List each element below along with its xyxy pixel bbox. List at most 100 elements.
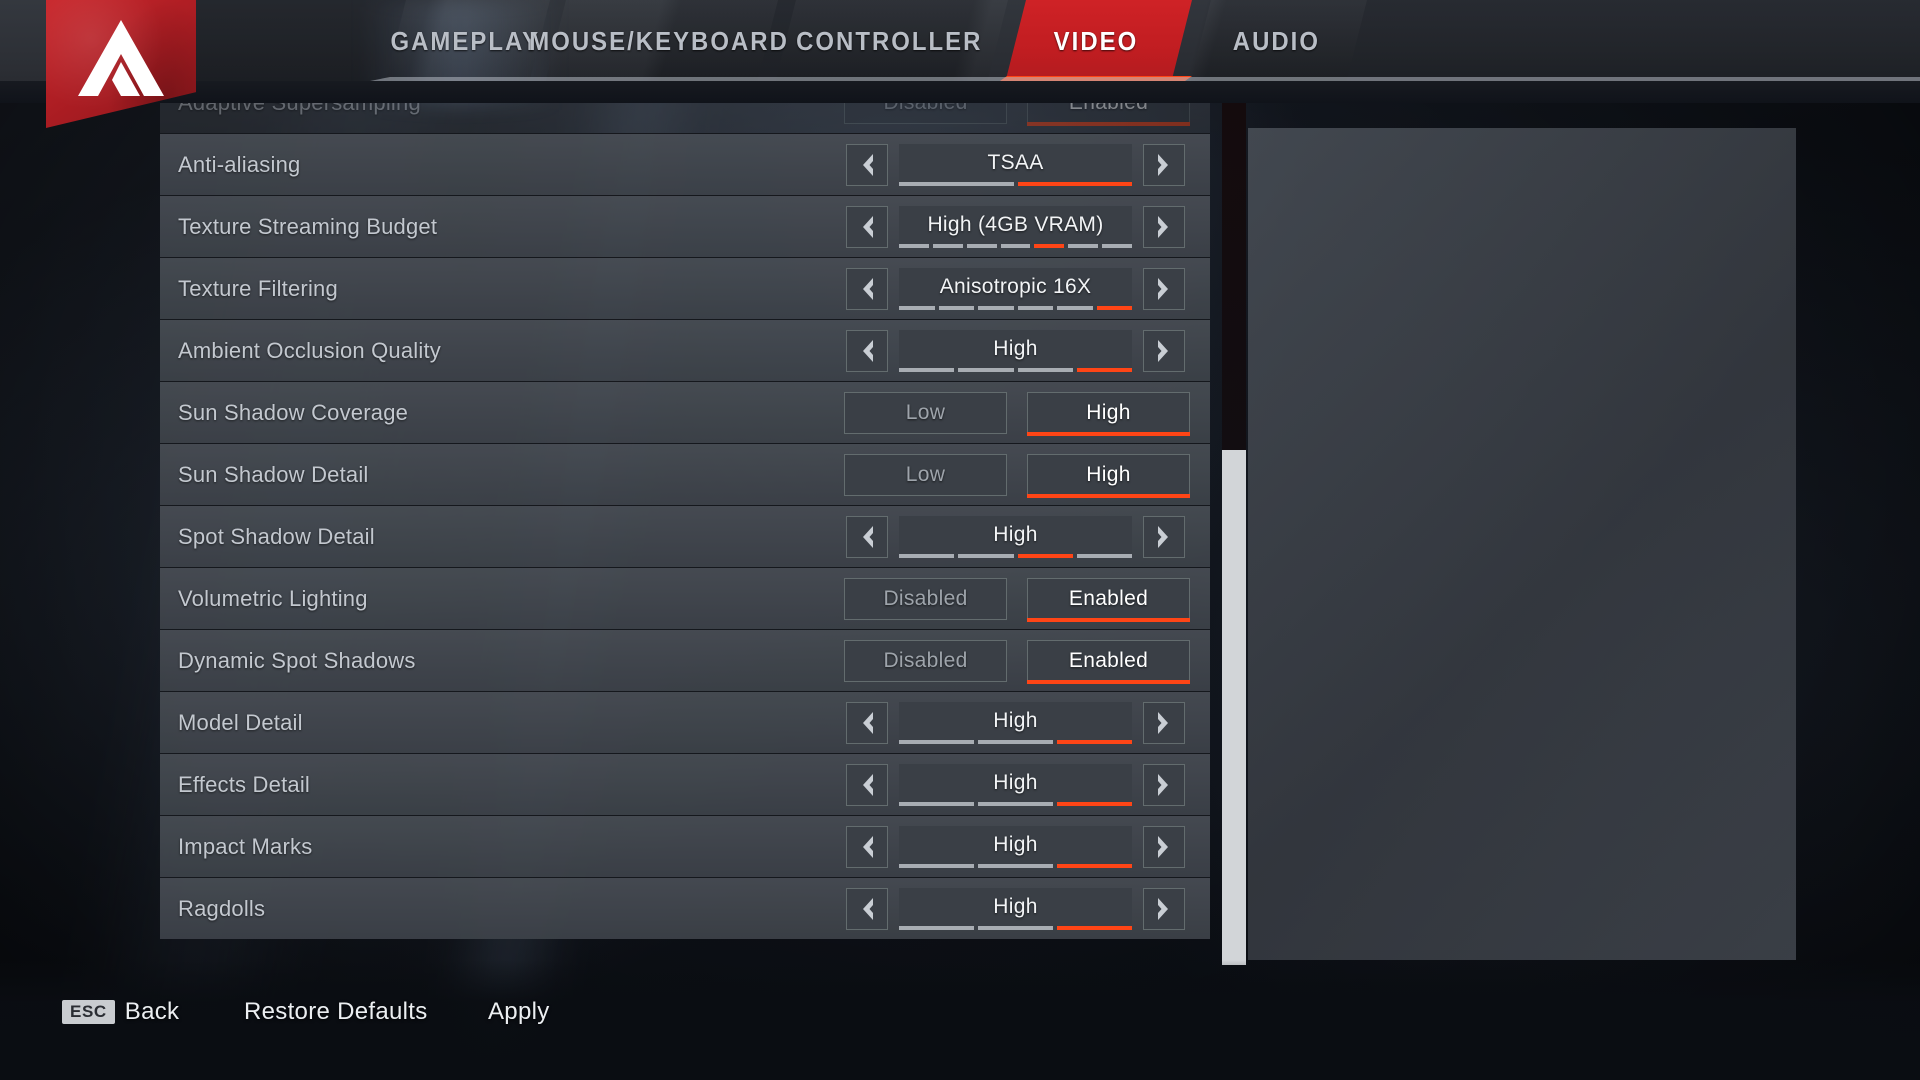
- setting-row: Model Detail High: [160, 691, 1210, 753]
- setting-toggle-group: Low High: [844, 391, 1190, 436]
- level-segment: [958, 367, 1014, 372]
- setting-label: Sun Shadow Detail: [178, 461, 369, 487]
- level-segment: [899, 925, 974, 930]
- setting-stepper: High: [846, 701, 1185, 744]
- setting-label: Anti-aliasing: [178, 151, 301, 177]
- tab-label: CONTROLLER: [795, 26, 983, 56]
- esc-key-badge: ESC: [62, 1000, 115, 1024]
- toggle-option-button[interactable]: Disabled: [844, 577, 1007, 620]
- chevron-left-icon[interactable]: [846, 701, 888, 744]
- toggle-option-label: Low: [905, 462, 946, 486]
- toggle-option-label: Enabled: [1069, 103, 1148, 115]
- apply-button[interactable]: Apply: [488, 998, 550, 1026]
- toggle-option-button[interactable]: Low: [844, 453, 1007, 496]
- restore-defaults-button[interactable]: Restore Defaults: [244, 998, 428, 1026]
- setting-row: Sun Shadow Coverage Low High: [160, 381, 1210, 443]
- setting-value-text: High: [993, 894, 1038, 918]
- chevron-right-icon[interactable]: [1143, 329, 1185, 372]
- setting-value-box[interactable]: High: [899, 825, 1132, 868]
- chevron-left-icon[interactable]: [846, 143, 888, 186]
- chevron-right-icon[interactable]: [1143, 143, 1185, 186]
- setting-value-text: High: [993, 832, 1038, 856]
- header-under-lip: [0, 81, 1920, 103]
- toggle-option-button[interactable]: Enabled: [1027, 577, 1190, 622]
- setting-stepper: High: [846, 887, 1185, 930]
- setting-value-text: High: [993, 522, 1038, 546]
- setting-toggle-group: Disabled Enabled: [844, 103, 1190, 126]
- setting-row: Ragdolls High: [160, 877, 1210, 939]
- chevron-left-icon[interactable]: [846, 763, 888, 806]
- setting-value-box[interactable]: Anisotropic 16X: [899, 267, 1132, 310]
- header-nav-bar: GAMEPLAY MOUSE/KEYBOARD CONTROLLER VIDEO AUD…: [0, 0, 1920, 128]
- chevron-right-icon[interactable]: [1143, 887, 1185, 930]
- setting-label: Spot Shadow Detail: [178, 523, 375, 549]
- setting-row: Dynamic Spot Shadows Disabled Enabled: [160, 629, 1210, 691]
- level-segment: [899, 367, 955, 372]
- back-button-label: Back: [124, 998, 180, 1025]
- level-segment: [1096, 305, 1132, 310]
- chevron-right-icon[interactable]: [1143, 701, 1185, 744]
- setting-toggle-group: Low High: [844, 453, 1190, 498]
- toggle-option-label: Enabled: [1068, 648, 1149, 672]
- chevron-left-icon[interactable]: [846, 329, 888, 372]
- setting-label: Dynamic Spot Shadows: [178, 647, 416, 673]
- level-segment: [899, 305, 935, 310]
- level-segment: [899, 801, 974, 806]
- back-button[interactable]: ESC Back: [62, 998, 179, 1026]
- chevron-left-icon[interactable]: [846, 267, 888, 310]
- toggle-option-button[interactable]: Enabled: [1027, 639, 1190, 684]
- chevron-right-icon[interactable]: [1143, 205, 1185, 248]
- setting-row: Adaptive Supersampling Disabled Enabled: [160, 103, 1210, 133]
- setting-row: Volumetric Lighting Disabled Enabled: [160, 567, 1210, 629]
- setting-value-text: TSAA: [987, 150, 1044, 174]
- toggle-option-button[interactable]: High: [1027, 453, 1190, 498]
- level-segment: [978, 801, 1053, 806]
- level-segment: [966, 243, 997, 248]
- chevron-left-icon[interactable]: [846, 887, 888, 930]
- toggle-option-label: Low: [905, 400, 946, 424]
- chevron-left-icon[interactable]: [846, 205, 888, 248]
- tab-label: AUDIO: [1232, 26, 1320, 56]
- setting-value-text: High: [993, 336, 1038, 360]
- setting-value-box[interactable]: TSAA: [899, 143, 1132, 186]
- level-segment: [1057, 863, 1132, 868]
- setting-stepper: High: [846, 515, 1185, 558]
- toggle-option-button[interactable]: Enabled: [1027, 103, 1190, 126]
- level-segment: [899, 181, 1014, 186]
- setting-level-segments: [899, 305, 1132, 310]
- tab-label: VIDEO: [1053, 26, 1139, 56]
- level-segment: [978, 863, 1053, 868]
- toggle-option-button[interactable]: High: [1027, 391, 1190, 436]
- chevron-left-icon[interactable]: [846, 825, 888, 868]
- toggle-option-label: Enabled: [1068, 586, 1149, 610]
- level-segment: [1057, 801, 1132, 806]
- setting-level-segments: [899, 243, 1133, 248]
- chevron-right-icon[interactable]: [1143, 515, 1185, 558]
- setting-value-box[interactable]: High (4GB VRAM): [899, 205, 1133, 248]
- chevron-right-icon[interactable]: [1143, 763, 1185, 806]
- setting-value-box[interactable]: High: [899, 515, 1132, 558]
- restore-defaults-label: Restore Defaults: [244, 998, 428, 1025]
- setting-description-panel: [1248, 128, 1796, 960]
- chevron-right-icon[interactable]: [1143, 267, 1185, 310]
- level-segment: [1017, 305, 1053, 310]
- setting-value-box[interactable]: High: [899, 329, 1132, 372]
- toggle-option-button[interactable]: Disabled: [844, 639, 1007, 682]
- tab-label: GAMEPLAY: [390, 26, 540, 56]
- setting-row: Anti-aliasing TSAA: [160, 133, 1210, 195]
- toggle-option-button[interactable]: Low: [844, 391, 1007, 434]
- level-segment: [899, 863, 974, 868]
- setting-label: Sun Shadow Coverage: [178, 399, 409, 425]
- setting-value-box[interactable]: High: [899, 763, 1132, 806]
- setting-toggle-group: Disabled Enabled: [844, 577, 1190, 622]
- setting-value-box[interactable]: High: [899, 887, 1132, 930]
- chevron-left-icon[interactable]: [846, 515, 888, 558]
- setting-value-box[interactable]: High: [899, 701, 1132, 744]
- chevron-right-icon[interactable]: [1143, 825, 1185, 868]
- level-segment: [1017, 553, 1073, 558]
- scrollbar-thumb[interactable]: [1222, 450, 1246, 965]
- setting-level-segments: [899, 181, 1132, 186]
- level-segment: [1076, 367, 1132, 372]
- setting-row: Effects Detail High: [160, 753, 1210, 815]
- toggle-option-button[interactable]: Disabled: [844, 103, 1007, 124]
